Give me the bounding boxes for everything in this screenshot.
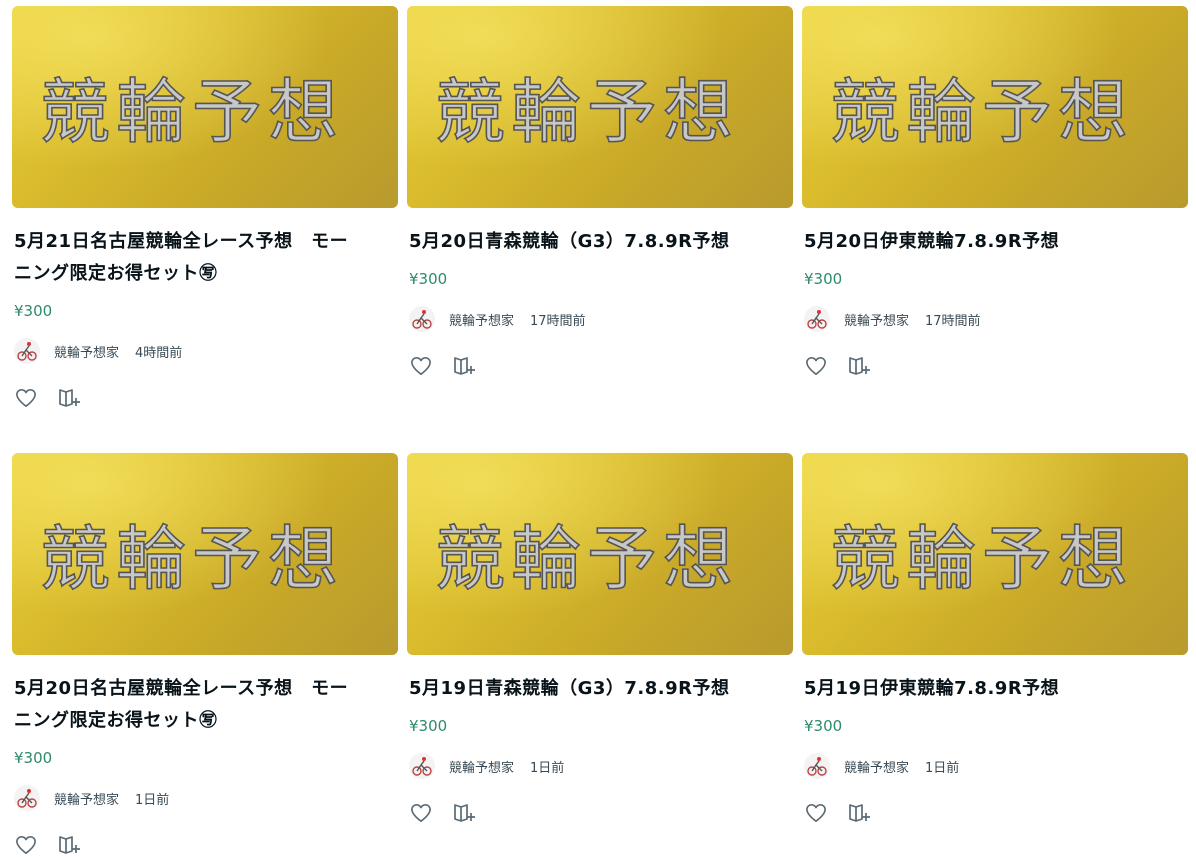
heart-icon[interactable] xyxy=(804,354,828,378)
article-price: ¥300 xyxy=(804,717,843,735)
thumbnail-text: 競輪予想 xyxy=(830,518,1134,600)
published-time: 1日前 xyxy=(530,760,565,776)
author-row[interactable]: 競輪予想家 17時間前 xyxy=(409,306,793,332)
article-title[interactable]: 5月20日青森競輪（G3）7.8.9R予想 xyxy=(409,226,793,258)
article-card[interactable]: 競輪予想 5月19日伊東競輪7.8.9R予想 ¥300 競輪予想家 1日前 xyxy=(802,453,1188,825)
published-time: 17時間前 xyxy=(925,313,981,329)
heart-icon[interactable] xyxy=(409,801,433,825)
article-thumbnail[interactable]: 競輪予想 xyxy=(802,6,1188,208)
article-title[interactable]: 5月19日青森競輪（G3）7.8.9R予想 xyxy=(409,673,793,705)
cyclist-avatar-icon[interactable] xyxy=(409,753,435,779)
author-row[interactable]: 競輪予想家 1日前 xyxy=(14,785,398,811)
thumbnail-calligraphy: 競輪予想 xyxy=(39,70,344,154)
author-name[interactable]: 競輪予想家 xyxy=(54,789,119,808)
published-time: 17時間前 xyxy=(530,313,586,329)
action-row xyxy=(409,354,793,378)
article-thumbnail[interactable]: 競輪予想 xyxy=(407,6,793,208)
thumbnail-text: 競輪予想 xyxy=(40,71,344,153)
article-title[interactable]: 5月20日名古屋競輪全レース予想 モー ニング限定お得セット㊢ xyxy=(14,673,398,737)
author-name[interactable]: 競輪予想家 xyxy=(54,342,119,361)
article-title[interactable]: 5月20日伊東競輪7.8.9R予想 xyxy=(804,226,1188,258)
article-thumbnail[interactable]: 競輪予想 xyxy=(802,453,1188,655)
action-row xyxy=(804,801,1188,825)
magazine-add-icon[interactable] xyxy=(453,354,477,378)
article-thumbnail[interactable]: 競輪予想 xyxy=(12,6,398,208)
author-row[interactable]: 競輪予想家 17時間前 xyxy=(804,306,1188,332)
article-price: ¥300 xyxy=(409,270,448,288)
article-card[interactable]: 競輪予想 5月20日伊東競輪7.8.9R予想 ¥300 競輪予想家 17時間前 xyxy=(802,6,1188,378)
magazine-add-icon[interactable] xyxy=(453,801,477,825)
published-time: 1日前 xyxy=(135,792,170,808)
article-card[interactable]: 競輪予想 5月19日青森競輪（G3）7.8.9R予想 ¥300 競輪予想家 1日… xyxy=(407,453,793,825)
thumbnail-calligraphy: 競輪予想 xyxy=(434,517,739,601)
thumbnail-text: 競輪予想 xyxy=(435,518,739,600)
article-card[interactable]: 競輪予想 5月20日青森競輪（G3）7.8.9R予想 ¥300 競輪予想家 17… xyxy=(407,6,793,378)
published-time: 1日前 xyxy=(925,760,960,776)
thumbnail-calligraphy: 競輪予想 xyxy=(39,517,344,601)
article-title[interactable]: 5月19日伊東競輪7.8.9R予想 xyxy=(804,673,1188,705)
heart-icon[interactable] xyxy=(14,833,38,857)
article-price: ¥300 xyxy=(804,270,843,288)
article-title[interactable]: 5月21日名古屋競輪全レース予想 モー ニング限定お得セット㊢ xyxy=(14,226,398,290)
article-price: ¥300 xyxy=(14,749,53,767)
cyclist-avatar-icon[interactable] xyxy=(804,306,830,332)
magazine-add-icon[interactable] xyxy=(58,386,82,410)
heart-icon[interactable] xyxy=(804,801,828,825)
author-name[interactable]: 競輪予想家 xyxy=(449,757,514,776)
thumbnail-calligraphy: 競輪予想 xyxy=(829,517,1134,601)
magazine-add-icon[interactable] xyxy=(848,354,872,378)
article-thumbnail[interactable]: 競輪予想 xyxy=(12,453,398,655)
action-row xyxy=(804,354,1188,378)
thumbnail-text: 競輪予想 xyxy=(40,518,344,600)
author-name[interactable]: 競輪予想家 xyxy=(844,310,909,329)
author-row[interactable]: 競輪予想家 1日前 xyxy=(409,753,793,779)
cyclist-avatar-icon[interactable] xyxy=(14,785,40,811)
action-row xyxy=(14,833,398,857)
thumbnail-calligraphy: 競輪予想 xyxy=(434,70,739,154)
thumbnail-calligraphy: 競輪予想 xyxy=(829,70,1134,154)
heart-icon[interactable] xyxy=(409,354,433,378)
action-row xyxy=(14,386,398,410)
published-time: 4時間前 xyxy=(135,345,183,361)
article-price: ¥300 xyxy=(14,302,53,320)
article-thumbnail[interactable]: 競輪予想 xyxy=(407,453,793,655)
thumbnail-text: 競輪予想 xyxy=(830,71,1134,153)
author-row[interactable]: 競輪予想家 4時間前 xyxy=(14,338,398,364)
article-card[interactable]: 競輪予想 5月20日名古屋競輪全レース予想 モー ニング限定お得セット㊢ ¥30… xyxy=(12,453,398,857)
cyclist-avatar-icon[interactable] xyxy=(804,753,830,779)
author-row[interactable]: 競輪予想家 1日前 xyxy=(804,753,1188,779)
action-row xyxy=(409,801,793,825)
cyclist-avatar-icon[interactable] xyxy=(14,338,40,364)
thumbnail-text: 競輪予想 xyxy=(435,71,739,153)
magazine-add-icon[interactable] xyxy=(848,801,872,825)
article-card[interactable]: 競輪予想 5月21日名古屋競輪全レース予想 モー ニング限定お得セット㊢ ¥30… xyxy=(12,6,398,410)
article-price: ¥300 xyxy=(409,717,448,735)
author-name[interactable]: 競輪予想家 xyxy=(449,310,514,329)
cyclist-avatar-icon[interactable] xyxy=(409,306,435,332)
author-name[interactable]: 競輪予想家 xyxy=(844,757,909,776)
heart-icon[interactable] xyxy=(14,386,38,410)
magazine-add-icon[interactable] xyxy=(58,833,82,857)
